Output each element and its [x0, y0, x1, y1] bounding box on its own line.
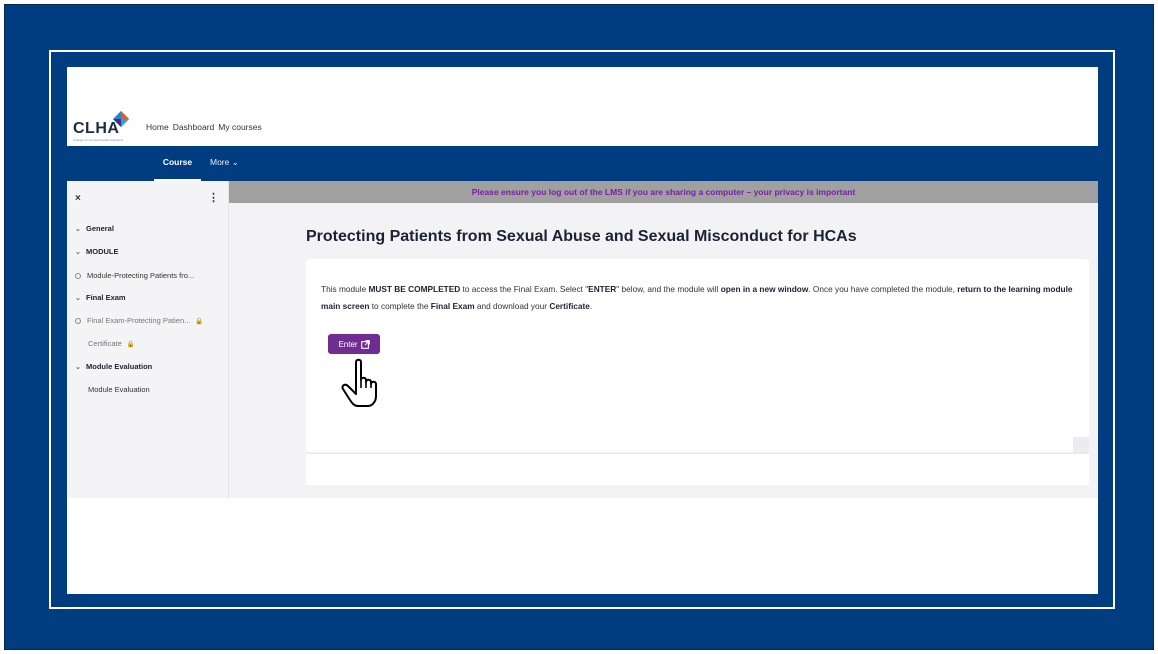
instructions-text-2: to access the Final Exam. Select " [460, 284, 589, 294]
completion-circle-icon [75, 317, 81, 324]
pointer-hand-icon [341, 358, 377, 407]
sidebar-item-certificate[interactable]: Certificate 🔒 [88, 339, 135, 348]
instructions-bold-5: Final Exam [430, 301, 475, 311]
course-navbar: Course More ⌄ [67, 146, 1098, 181]
kebab-menu-icon[interactable]: ⋮ [208, 191, 219, 204]
course-index-sidebar: × ⋮ ⌄ General ⌄ MODULE Module-Protecting… [67, 181, 229, 498]
sidebar-item-label: Module-Protecting Patients fro... [87, 271, 195, 280]
instructions-bold-3: open in a new window [720, 284, 809, 294]
sidebar-item-label: Certificate [88, 339, 122, 348]
nav-home-link[interactable]: Home [146, 122, 169, 132]
main-content: Please ensure you log out of the LMS if … [229, 181, 1098, 498]
sidebar-item-module-activity[interactable]: Module-Protecting Patients fro... [75, 271, 194, 280]
instructions-text-7: . [589, 301, 593, 311]
instructions-text-5: to complete the [369, 301, 431, 311]
sidebar-item-label: MODULE [86, 247, 119, 256]
tab-more[interactable]: More ⌄ [210, 146, 239, 181]
sidebar-item-label: Final Exam [86, 293, 126, 302]
sidebar-section-final-exam[interactable]: ⌄ Final Exam [75, 293, 126, 302]
lock-icon: 🔒 [126, 340, 135, 348]
completion-circle-icon [75, 272, 81, 279]
chevron-down-icon: ⌄ [75, 225, 81, 233]
instructions-bold-1: MUST BE COMPLETED [368, 284, 461, 294]
page-title: Protecting Patients from Sexual Abuse an… [306, 228, 857, 245]
sidebar-item-label: General [86, 224, 114, 233]
module-card: This module MUST BE COMPLETED to access … [306, 259, 1089, 452]
sidebar-item-final-exam-activity[interactable]: Final Exam-Protecting Patien... 🔒 [75, 316, 203, 325]
enter-button[interactable]: Enter [328, 334, 380, 354]
sidebar-section-module-evaluation[interactable]: ⌄ Module Evaluation [75, 362, 152, 371]
sidebar-item-label: Module Evaluation [86, 362, 153, 371]
chevron-down-icon: ⌄ [75, 294, 81, 302]
card-footer [306, 453, 1089, 485]
privacy-banner: Please ensure you log out of the LMS if … [229, 181, 1098, 203]
sidebar-item-module-evaluation[interactable]: Module Evaluation [88, 385, 150, 394]
instructions-bold-6: Certificate [549, 301, 590, 311]
tab-more-label: More [210, 157, 230, 167]
instructions-bold-2: ENTER [588, 284, 617, 294]
sidebar-item-label: Final Exam-Protecting Patien... [87, 316, 191, 325]
sidebar-section-module[interactable]: ⌄ MODULE [75, 247, 119, 256]
sidebar-item-label: Module Evaluation [88, 385, 150, 394]
top-navigation: Home Dashboard My courses [146, 122, 262, 132]
chevron-down-icon: ⌄ [75, 363, 81, 371]
close-icon[interactable]: × [75, 193, 81, 204]
enter-button-label: Enter [338, 339, 358, 349]
site-header: CLHA College of Licensed Health Assistan… [67, 67, 1098, 146]
lock-icon: 🔒 [195, 317, 204, 325]
instructions-text-4: . Once you have completed the module, [808, 284, 958, 294]
chevron-down-icon: ⌄ [75, 248, 81, 256]
instructions-text-6: and download your [474, 301, 550, 311]
chevron-down-icon: ⌄ [231, 157, 239, 167]
tab-course[interactable]: Course [154, 146, 201, 181]
browser-screen: CLHA College of Licensed Health Assistan… [67, 67, 1098, 594]
nav-dashboard-link[interactable]: Dashboard [173, 122, 215, 132]
logo-text: CLHA [73, 120, 120, 137]
card-corner [1073, 437, 1089, 453]
instructions-text-1: This module [321, 284, 369, 294]
instructions-text-3: " below, and the module will [616, 284, 721, 294]
logo-tagline: College of Licensed Health Assistants [73, 138, 124, 142]
sidebar-section-general[interactable]: ⌄ General [75, 224, 114, 233]
external-link-icon [360, 339, 370, 349]
module-instructions: This module MUST BE COMPLETED to access … [321, 281, 1081, 315]
clha-logo[interactable]: CLHA College of Licensed Health Assistan… [73, 108, 143, 146]
nav-my-courses-link[interactable]: My courses [218, 122, 261, 132]
